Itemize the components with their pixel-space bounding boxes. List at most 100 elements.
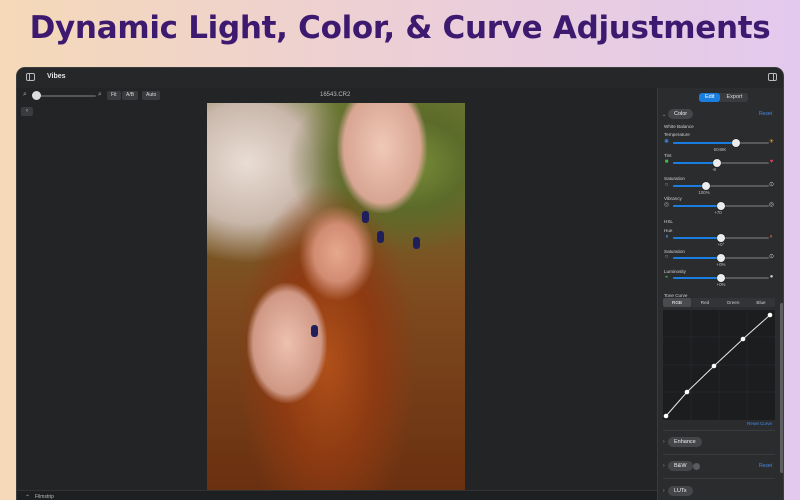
- slider-fill: [673, 162, 718, 164]
- section-divider: [663, 430, 775, 431]
- vibrancy-high-icon: ◎: [768, 202, 775, 208]
- bw-reset-link[interactable]: Reset: [759, 463, 772, 469]
- curve-point[interactable]: [684, 389, 690, 395]
- filmstrip-bar[interactable]: ⌃ Filmstrip: [17, 490, 657, 500]
- snowflake-icon: ❄: [663, 139, 670, 145]
- tint-label: Tint: [664, 153, 672, 158]
- tint-value: -8: [712, 167, 716, 172]
- titlebar: Vibes: [17, 68, 783, 88]
- auto-button[interactable]: Auto: [142, 91, 161, 100]
- luminosity-high-icon: ●: [769, 274, 774, 280]
- curve-line: [665, 314, 771, 417]
- vibrancy-low-icon: ◎: [663, 202, 670, 208]
- promo-headline: Dynamic Light, Color, & Curve Adjustment…: [29, 10, 771, 46]
- fit-button[interactable]: Fit: [107, 91, 121, 100]
- slider-thumb[interactable]: [717, 274, 725, 282]
- chevron-right-icon[interactable]: ›: [663, 439, 665, 445]
- curve-point[interactable]: [663, 413, 669, 419]
- mode-segmented-control[interactable]: Edit Export: [699, 93, 749, 102]
- slider-thumb[interactable]: [717, 254, 725, 262]
- chevron-down-icon[interactable]: ⌄: [662, 112, 666, 118]
- hsl-saturation-value: +0%: [716, 262, 726, 267]
- section-divider: [663, 454, 775, 455]
- tone-curve-editor[interactable]: [663, 310, 775, 420]
- photo-hand-lower: [247, 283, 327, 403]
- photo-canvas[interactable]: [207, 103, 465, 490]
- slider-fill: [673, 185, 706, 187]
- photo-nail: [311, 325, 318, 337]
- zoom-out-icon[interactable]: ⌕: [23, 91, 27, 99]
- app-window: Vibes ⌕ ⌕ Fit A/B Auto 16543.CR2 ‹ ⌃ Fil…: [16, 67, 784, 500]
- vibrancy-value: +70: [714, 210, 722, 215]
- bw-toggle[interactable]: [693, 463, 700, 470]
- back-button[interactable]: ‹: [21, 107, 33, 116]
- luts-section-title[interactable]: LUTs: [668, 486, 693, 496]
- curve-point[interactable]: [711, 363, 717, 369]
- inspector-icon[interactable]: [768, 73, 777, 81]
- slider-thumb[interactable]: [701, 182, 710, 190]
- zoom-in-icon[interactable]: ⌕: [98, 91, 102, 99]
- sidebar-icon[interactable]: [26, 73, 35, 81]
- tint-green-icon: ■: [664, 159, 669, 165]
- color-wheel-icon: ⊙: [768, 254, 775, 260]
- curve-grid: [663, 310, 775, 420]
- chevron-right-icon[interactable]: ›: [663, 463, 665, 469]
- temperature-label: Temperature: [664, 132, 690, 137]
- section-divider: [663, 478, 775, 479]
- enhance-section-title[interactable]: Enhance: [668, 437, 702, 447]
- tab-export[interactable]: Export: [720, 93, 748, 102]
- ab-compare-button[interactable]: A/B: [122, 91, 139, 100]
- filmstrip-label[interactable]: Filmstrip: [35, 494, 54, 500]
- heart-icon: ♥: [769, 159, 774, 165]
- slider-fill: [673, 142, 737, 144]
- hsl-label: HSL: [664, 219, 673, 224]
- bw-section-title[interactable]: B&W: [668, 461, 693, 471]
- photo-nail: [413, 237, 420, 249]
- tab-rgb[interactable]: RGB: [663, 298, 691, 307]
- photo-hand-upper: [337, 103, 427, 213]
- slider-fill: [673, 277, 721, 279]
- slider-fill: [673, 237, 721, 239]
- color-reset-link[interactable]: Reset: [759, 111, 772, 117]
- inspector-scrollbar[interactable]: [780, 303, 783, 473]
- app-title: Vibes: [47, 73, 66, 80]
- curve-channel-tabs[interactable]: RGB Red Green Blue: [663, 298, 775, 307]
- inspector-panel: Edit Export ⌄ Color Reset White Balance …: [657, 88, 783, 500]
- tab-green[interactable]: Green: [719, 298, 747, 307]
- curve-point[interactable]: [767, 312, 773, 318]
- hue-low-icon: ◑: [664, 234, 669, 240]
- slider-thumb[interactable]: [713, 159, 722, 167]
- slider-thumb[interactable]: [717, 234, 725, 242]
- slider-thumb[interactable]: [732, 139, 741, 147]
- luminosity-low-icon: ◒: [664, 274, 669, 280]
- temperature-value: 6048K: [713, 147, 727, 152]
- hue-high-icon: ◐: [769, 234, 774, 240]
- chevron-right-icon[interactable]: ›: [663, 488, 665, 494]
- file-name: 16543.CR2: [320, 92, 351, 98]
- saturation-value: 100%: [698, 190, 710, 195]
- circle-outline-icon: ○: [664, 254, 669, 260]
- white-balance-label: White Balance: [664, 124, 694, 129]
- color-section-title[interactable]: Color: [668, 109, 694, 119]
- tab-red[interactable]: Red: [691, 298, 719, 307]
- photo-nail: [362, 211, 369, 223]
- color-wheel-icon: ⊙: [768, 182, 775, 188]
- reset-curve-link[interactable]: Reset Curve: [747, 421, 772, 426]
- tab-edit[interactable]: Edit: [699, 93, 721, 102]
- hue-label: Hue: [664, 228, 673, 233]
- tab-blue[interactable]: Blue: [747, 298, 775, 307]
- luminosity-value: +0%: [716, 282, 726, 287]
- slider-thumb[interactable]: [717, 202, 725, 210]
- zoom-slider-thumb[interactable]: [32, 91, 41, 100]
- slider-fill: [673, 257, 721, 259]
- chevron-up-icon[interactable]: ⌃: [25, 494, 30, 500]
- sun-icon: ☀: [768, 139, 775, 145]
- tone-curve-graph[interactable]: [663, 310, 775, 420]
- photo-nail: [377, 231, 384, 243]
- zoom-slider-track[interactable]: [32, 95, 96, 97]
- circle-outline-icon: ○: [664, 182, 669, 188]
- saturation-label: Saturation: [664, 176, 685, 181]
- curve-point[interactable]: [740, 336, 746, 342]
- image-toolbar: ⌕ ⌕ Fit A/B Auto 16543.CR2: [17, 88, 657, 104]
- vibrancy-label: Vibrancy: [664, 196, 682, 201]
